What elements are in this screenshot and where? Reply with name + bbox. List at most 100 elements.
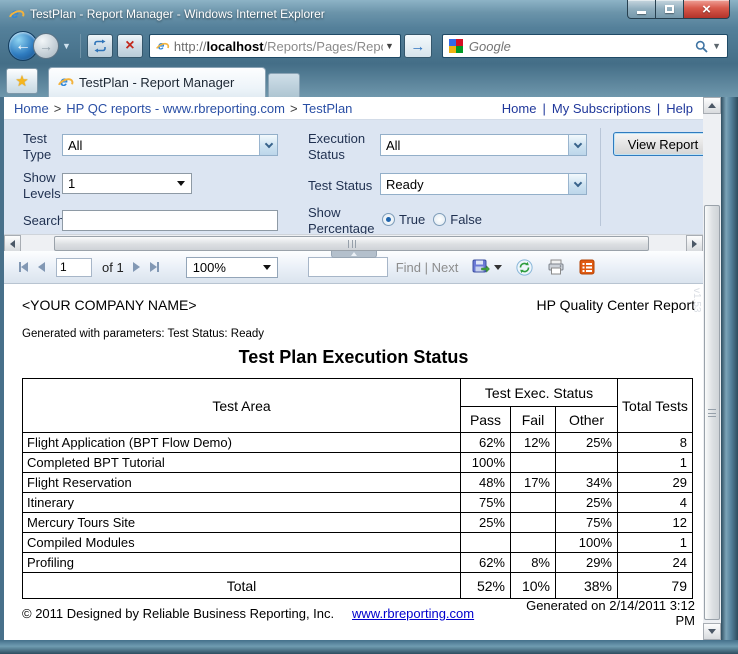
scroll-right-button[interactable] [686,235,703,252]
export-data-feed-button[interactable] [579,259,595,275]
vertical-scroll-thumb[interactable] [704,205,720,620]
col-header-test-area: Test Area [22,378,461,433]
radio-true[interactable] [382,213,395,226]
cell-value: 1 [617,452,693,473]
new-tab-button[interactable] [268,73,300,97]
search-box[interactable]: ▼ [441,34,728,58]
first-page-button[interactable] [19,262,28,272]
execution-status-label: Execution Status [308,131,366,162]
current-page-input[interactable] [56,257,92,277]
address-bar[interactable]: http://localhost/Reports/Pages/Report. ▼ [148,34,401,58]
page-content: Home > HP QC reports - www.rbreporting.com… [4,97,703,640]
copyright-text: © 2011 Designed by Reliable Business Rep… [22,605,335,621]
page-count-label: of 1 [102,259,124,275]
breadcrumb-folder[interactable]: HP QC reports - www.rbreporting.com [66,101,285,116]
collapse-parameters-handle[interactable] [330,251,377,258]
chevron-down-icon[interactable] [568,135,586,155]
show-levels-select[interactable]: 1 [62,173,192,194]
rbreporting-link[interactable]: www.rbreporting.com [352,606,512,621]
cell-value: 1 [617,532,693,553]
refresh-button[interactable] [86,34,113,58]
refresh-report-icon [516,258,533,276]
search-dropdown-icon[interactable]: ▼ [712,41,721,51]
next-link[interactable]: Next [432,260,459,275]
execution-status-select[interactable]: All [380,134,587,156]
print-button[interactable] [547,259,565,275]
minimize-button[interactable] [627,0,656,19]
find-text-input[interactable] [307,257,388,277]
cell-value: 24 [617,552,693,573]
report-search-input[interactable] [62,210,278,231]
scroll-down-button[interactable] [703,623,721,640]
export-dropdown-icon[interactable] [494,264,503,274]
previous-page-button[interactable] [38,262,45,272]
scroll-up-button[interactable] [703,97,721,114]
test-status-select[interactable]: Ready [380,173,587,195]
link-home[interactable]: Home [502,101,537,116]
cell-value: 8% [510,552,556,573]
go-button[interactable]: → [403,34,432,58]
vertical-scrollbar[interactable] [703,97,721,640]
link-help[interactable]: Help [666,101,693,116]
chevron-down-icon[interactable] [568,174,586,194]
chevron-down-icon[interactable] [259,135,277,155]
tab-testplan[interactable]: TestPlan - Report Manager [48,67,266,97]
window-title: TestPlan - Report Manager - Windows Inte… [30,7,325,21]
close-button[interactable]: × [684,0,730,19]
address-dropdown-icon[interactable]: ▼ [383,41,396,51]
test-type-select[interactable]: All [62,134,278,156]
search-input[interactable] [468,38,696,54]
breadcrumb-home[interactable]: Home [14,101,49,116]
cell-test-area: Compiled Modules [22,532,461,553]
cell-value [510,452,556,473]
report-table: Test Area Test Exec. Status Total Tests … [22,378,693,599]
stop-button[interactable]: × [116,34,143,58]
show-percentage-label: Show Percentage [308,205,375,236]
first-page-icon [16,262,28,272]
google-logo-icon [448,39,463,53]
table-row: Itinerary 75% 25% 4 [22,492,693,513]
radio-false-label: False [450,212,483,227]
table-row: Flight Application (BPT Flow Demo) 62% 12%… [22,432,693,453]
cell-value [460,532,511,553]
cell-value: 62% [460,432,511,453]
navigation-bar: ← → ▼ × http://localhost/Reports/Pages/R… [0,28,738,64]
scroll-left-button[interactable] [4,235,21,252]
radio-false[interactable] [433,213,447,226]
show-levels-label: Show Levels [23,170,61,201]
toolbar-divider [79,34,81,58]
report-parameters-panel: Test Type All Execution Status All Show … [4,120,703,236]
report-table-body: Flight Application (BPT Flow Demo) 62% 12%… [22,432,693,573]
cell-value: 34% [555,472,618,493]
export-button[interactable] [472,259,503,275]
data-feed-icon [579,259,595,275]
report-title: Test Plan Execution Status [238,347,469,367]
cell-value: 12 [617,512,693,533]
refresh-report-button[interactable] [516,258,533,276]
zoom-select[interactable]: 100% [185,256,278,278]
next-page-button[interactable] [132,262,140,272]
total-pass: 52% [460,572,511,599]
cell-value: 75% [460,492,511,513]
test-type-label: Test Type [23,131,52,162]
table-row: Compiled Modules 100% 1 [22,532,693,553]
find-link[interactable]: Find [396,260,421,275]
history-dropdown-icon[interactable]: ▼ [62,41,71,51]
close-icon: × [702,0,711,18]
go-arrow-icon: → [410,37,426,55]
scroll-right-icon [692,239,701,248]
last-page-button[interactable] [149,262,159,272]
breadcrumb-current[interactable]: TestPlan [303,101,353,116]
search-magnifier-icon[interactable] [695,40,708,53]
maximize-button[interactable] [656,0,684,19]
col-group-header: Test Exec. Status [460,378,618,407]
view-report-button[interactable]: View Report [613,132,703,156]
cell-value: 100% [555,532,618,553]
cell-test-area: Itinerary [22,492,461,513]
link-my-subscriptions[interactable]: My Subscriptions [552,101,651,116]
forward-button[interactable]: → [33,33,59,59]
radio-true-label: True [399,212,426,227]
cell-value: 75% [555,512,618,533]
favorites-button[interactable]: ★ [6,68,38,94]
next-page-icon [132,262,145,272]
